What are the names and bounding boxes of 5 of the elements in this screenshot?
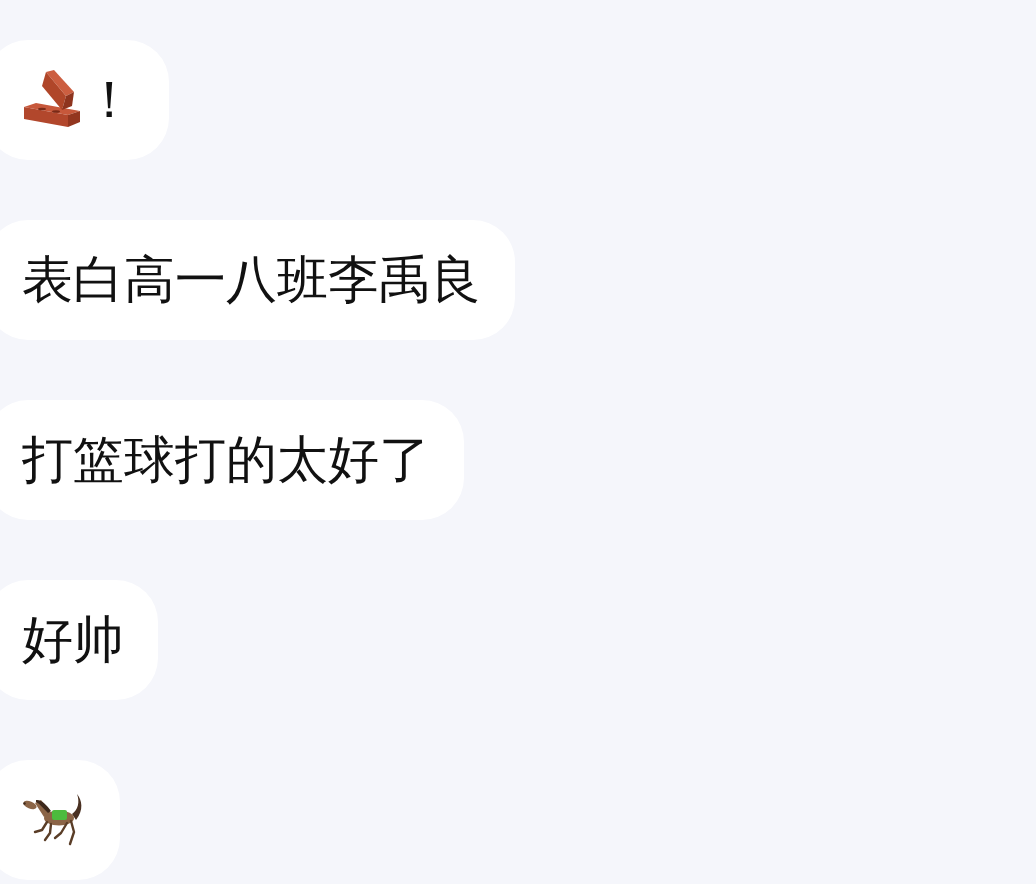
message-text: 打篮球打的太好了	[22, 429, 430, 491]
brick-icon	[22, 70, 82, 130]
message-text: ！	[84, 69, 135, 131]
message-text: 好帅	[22, 609, 124, 671]
message-text: 表白高一八班李禹良	[22, 249, 481, 311]
